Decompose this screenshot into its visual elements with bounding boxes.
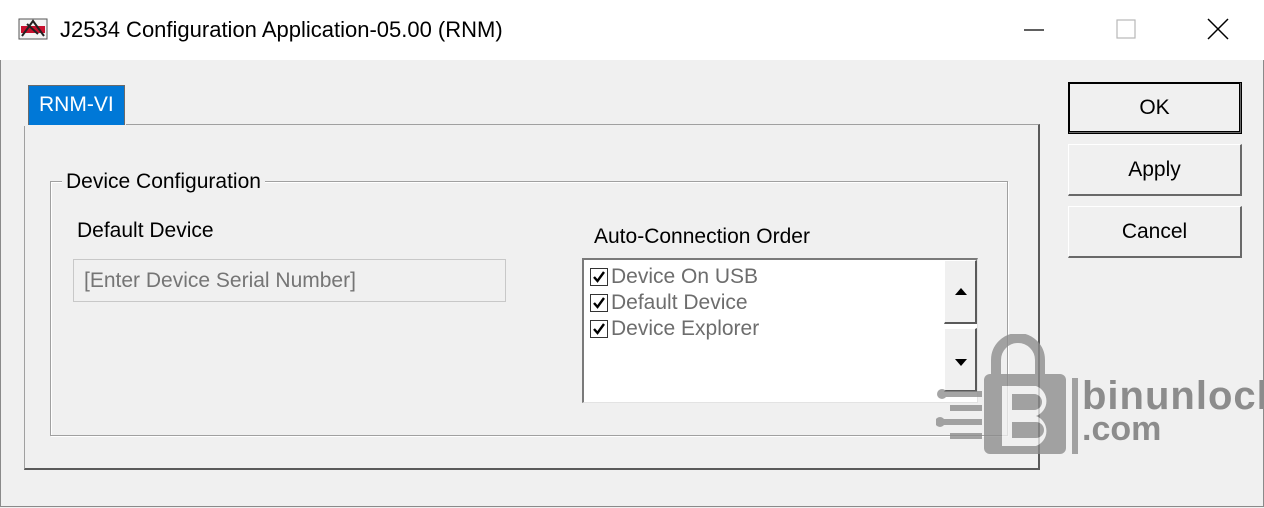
- list-item[interactable]: Device On USB: [590, 264, 758, 290]
- watermark-domain-text: .com: [1082, 410, 1162, 448]
- list-item[interactable]: Device Explorer: [590, 316, 759, 342]
- list-item-label: Device On USB: [611, 265, 759, 288]
- checkbox-checked-icon[interactable]: [590, 294, 608, 312]
- auto-connection-label: Auto-Connection Order: [594, 225, 810, 248]
- ok-button[interactable]: OK: [1068, 82, 1242, 134]
- device-serial-input[interactable]: [73, 259, 506, 302]
- close-button[interactable]: [1172, 0, 1264, 60]
- tab-label: RNM-VI: [39, 93, 114, 116]
- cancel-button[interactable]: Cancel: [1068, 206, 1242, 258]
- minimize-icon: [1024, 29, 1044, 31]
- checkbox-checked-icon[interactable]: [590, 320, 608, 338]
- dashboard-logo-icon: [18, 18, 48, 40]
- arrow-up-icon: [955, 288, 967, 295]
- default-device-label: Default Device: [77, 219, 214, 242]
- minimize-button[interactable]: [988, 0, 1080, 60]
- title-bar: J2534 Configuration Application-05.00 (R…: [0, 0, 1264, 60]
- tab-rnm-vi[interactable]: RNM-VI: [28, 85, 125, 125]
- window-title: J2534 Configuration Application-05.00 (R…: [60, 17, 503, 42]
- maximize-icon: [1116, 19, 1136, 39]
- move-up-button[interactable]: [944, 260, 977, 324]
- close-icon: [1207, 18, 1229, 40]
- list-item-label: Device Explorer: [611, 317, 760, 340]
- list-item-label: Default Device: [611, 291, 748, 314]
- list-item[interactable]: Default Device: [590, 290, 748, 316]
- maximize-button[interactable]: [1080, 0, 1172, 60]
- checkbox-checked-icon[interactable]: [590, 268, 608, 286]
- auto-connection-list[interactable]: Device On USB Default Device Device Expl…: [582, 258, 978, 403]
- group-title: Device Configuration: [62, 170, 265, 194]
- apply-button[interactable]: Apply: [1068, 144, 1242, 196]
